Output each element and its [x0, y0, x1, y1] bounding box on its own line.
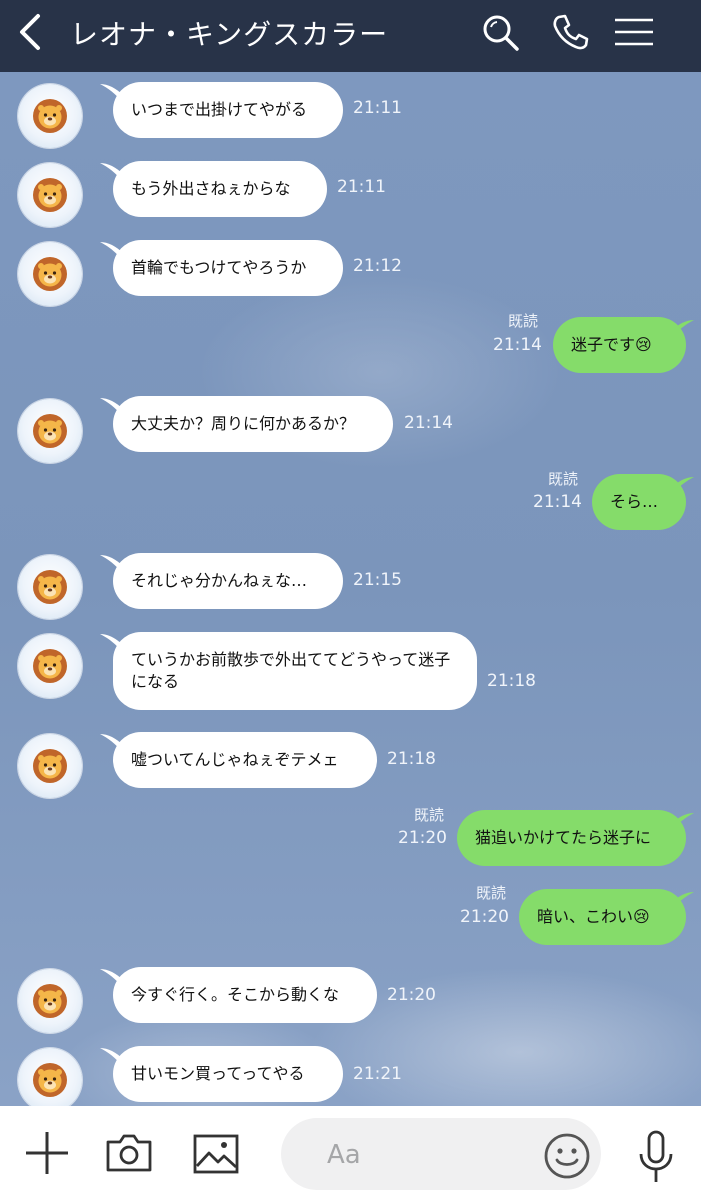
avatar[interactable] [18, 242, 82, 306]
message-time: 21:14 [404, 413, 453, 433]
chat-header: レオナ・キングスカラー [0, 0, 701, 72]
read-receipt: 既読 [414, 806, 445, 824]
lion-icon [33, 414, 67, 448]
emoji-icon[interactable] [543, 1132, 591, 1180]
message-bubble-incoming[interactable]: 首輪でもつけてやろうか [113, 240, 343, 296]
message-time: 21:21 [353, 1064, 402, 1084]
message-time: 21:14 [533, 492, 582, 512]
lion-icon [33, 570, 67, 604]
message-time: 21:14 [493, 335, 542, 355]
message-time: 21:11 [353, 98, 402, 118]
message-bubble-outgoing[interactable]: 猫追いかけてたら迷子に [457, 810, 686, 866]
message-bubble-incoming[interactable]: 嘘ついてんじゃねぇぞテメェ [113, 732, 377, 788]
message-time: 21:18 [487, 671, 536, 691]
message-time: 21:20 [387, 985, 436, 1005]
search-icon[interactable] [480, 12, 520, 52]
avatar[interactable] [18, 84, 82, 148]
message-time: 21:11 [337, 177, 386, 197]
image-icon[interactable] [193, 1134, 239, 1174]
message-bubble-outgoing[interactable]: そら… [592, 474, 686, 530]
message-bubble-outgoing[interactable]: 迷子です😢 [553, 317, 686, 373]
message-bubble-outgoing[interactable]: 暗い、こわい😢 [519, 889, 686, 945]
message-bubble-incoming[interactable]: 大丈夫か？周りに何かあるか？ [113, 396, 393, 452]
read-receipt: 既読 [508, 312, 539, 330]
message-bubble-incoming[interactable]: 今すぐ行く。そこから動くな [113, 967, 377, 1023]
message-time: 21:20 [398, 828, 447, 848]
chat-title: レオナ・キングスカラー [70, 18, 389, 51]
avatar[interactable] [18, 399, 82, 463]
lion-icon [33, 649, 67, 683]
message-bubble-incoming[interactable]: それじゃ分かんねぇな… [113, 553, 343, 609]
message-time: 21:20 [460, 907, 509, 927]
lion-icon [33, 1063, 67, 1097]
lion-icon [33, 984, 67, 1018]
lion-icon [33, 178, 67, 212]
message-bubble-incoming[interactable]: 甘いモン買ってってやる [113, 1046, 343, 1102]
back-icon[interactable] [12, 12, 52, 52]
phone-icon[interactable] [550, 12, 590, 52]
mic-icon[interactable] [638, 1130, 674, 1184]
lion-icon [33, 749, 67, 783]
menu-icon[interactable] [614, 12, 654, 52]
avatar[interactable] [18, 1048, 82, 1106]
message-bubble-incoming[interactable]: いつまで出掛けてやがる [113, 82, 343, 138]
message-bubble-incoming[interactable]: もう外出さねぇからな [113, 161, 327, 217]
lion-icon [33, 257, 67, 291]
camera-icon[interactable] [105, 1133, 153, 1173]
read-receipt: 既読 [476, 884, 507, 902]
message-composer: Aa [0, 1106, 701, 1200]
input-placeholder: Aa [327, 1140, 361, 1170]
avatar[interactable] [18, 734, 82, 798]
avatar[interactable] [18, 163, 82, 227]
plus-icon[interactable] [24, 1130, 70, 1176]
message-input[interactable]: Aa [281, 1118, 601, 1190]
message-time: 21:15 [353, 570, 402, 590]
avatar[interactable] [18, 969, 82, 1033]
chat-area[interactable]: いつまで出掛けてやがる 21:11 もう外出さねぇからな 21:11 首輪でもつ… [0, 72, 701, 1106]
message-bubble-incoming[interactable]: ていうかお前散歩で外出ててどうやって迷子になる [113, 632, 477, 710]
read-receipt: 既読 [548, 470, 579, 488]
avatar[interactable] [18, 555, 82, 619]
message-time: 21:12 [353, 256, 402, 276]
message-time: 21:18 [387, 749, 436, 769]
lion-icon [33, 99, 67, 133]
avatar[interactable] [18, 634, 82, 698]
